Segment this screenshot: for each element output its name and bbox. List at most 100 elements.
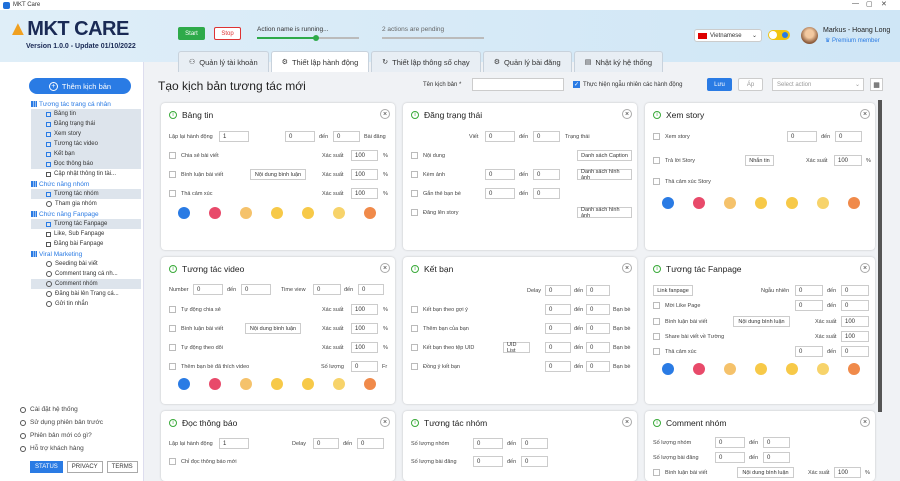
wow-reaction-icon[interactable]: [302, 207, 314, 219]
terms-tab[interactable]: TERMS: [106, 461, 138, 473]
prob-input[interactable]: 100: [834, 467, 861, 478]
tab-run-params[interactable]: ↻ Thiết lập thông số chạy: [371, 51, 481, 72]
from-input[interactable]: 0: [193, 284, 223, 295]
haha-reaction-icon[interactable]: [271, 207, 283, 219]
sidebar-item-ketban[interactable]: Kết bạn: [31, 149, 141, 159]
comment-checkbox[interactable]: [169, 325, 176, 332]
prob-input[interactable]: 100: [834, 155, 862, 166]
love-reaction-icon[interactable]: [209, 378, 221, 390]
language-select[interactable]: Vietnamese ⌄: [694, 29, 762, 42]
story-checkbox[interactable]: [411, 209, 418, 216]
minimize-icon[interactable]: —: [852, 0, 859, 7]
tab-log[interactable]: ▤ Nhật ký hệ thống: [573, 51, 664, 72]
sidebar-item-likesub[interactable]: Like, Sub Fanpage: [31, 229, 141, 239]
close-card-icon[interactable]: ×: [622, 109, 632, 119]
repeat-input[interactable]: 1: [219, 131, 249, 142]
to-input[interactable]: 0: [841, 300, 869, 311]
close-card-icon[interactable]: ×: [380, 263, 390, 273]
to-input[interactable]: 0: [763, 452, 790, 463]
sidebar-item-commenttrang[interactable]: Comment trang cá nh...: [31, 269, 141, 279]
apply-button[interactable]: Áp: [738, 78, 763, 91]
suggest-checkbox[interactable]: [411, 306, 418, 313]
sidebar-item-tuongtacvideo[interactable]: Tương tác video: [31, 139, 141, 149]
love-reaction-icon[interactable]: [693, 197, 705, 209]
from-input[interactable]: 0: [545, 285, 571, 296]
close-card-icon[interactable]: ×: [860, 417, 870, 427]
to-input[interactable]: 0: [358, 284, 384, 295]
angry-reaction-icon[interactable]: [364, 207, 376, 219]
tab-account[interactable]: ⚇ Quản lý tài khoản: [178, 51, 269, 72]
tab-actions[interactable]: ⚙ Thiết lập hành động: [270, 51, 370, 72]
react-checkbox[interactable]: [169, 190, 176, 197]
share-wall-checkbox[interactable]: [653, 333, 660, 340]
like-reaction-icon[interactable]: [178, 378, 190, 390]
image-list-button[interactable]: Danh sách hình ảnh: [577, 207, 632, 219]
section-personal[interactable]: Tương tác trang cá nhân: [31, 99, 141, 109]
prob-input[interactable]: 100: [841, 331, 869, 342]
sad-reaction-icon[interactable]: [333, 207, 345, 219]
to-input[interactable]: 0: [533, 131, 560, 142]
section-fanpage[interactable]: Chức năng Fanpage: [31, 209, 141, 219]
reply-story-checkbox[interactable]: [653, 157, 660, 164]
comment-checkbox[interactable]: [169, 171, 176, 178]
status-tab[interactable]: STATUS: [30, 461, 63, 473]
section-viral[interactable]: Viral Marketing: [31, 249, 141, 259]
sidebar-item-dangtrangthai[interactable]: Đăng trạng thái: [31, 119, 141, 129]
to-input[interactable]: 0: [333, 131, 360, 142]
from-input[interactable]: 0: [545, 342, 571, 353]
close-window-icon[interactable]: ✕: [881, 0, 887, 8]
grid-view-icon[interactable]: ▦: [870, 78, 883, 91]
sidebar-item-docthongbao[interactable]: Đọc thông báo: [31, 159, 141, 169]
theme-toggle[interactable]: [768, 30, 790, 40]
react-story-checkbox[interactable]: [653, 178, 660, 185]
avatar[interactable]: [801, 27, 818, 44]
sad-reaction-icon[interactable]: [817, 363, 829, 375]
love-reaction-icon[interactable]: [209, 207, 221, 219]
from-input[interactable]: 0: [473, 438, 503, 449]
prob-input[interactable]: 100: [841, 316, 869, 327]
select-action-dropdown[interactable]: Select action ⌄: [772, 78, 864, 91]
sidebar-item-commentnhom[interactable]: Comment nhóm: [31, 279, 141, 289]
close-card-icon[interactable]: ×: [860, 263, 870, 273]
sidebar-item-dangbaifanpage[interactable]: Đăng bài Fanpage: [31, 239, 141, 249]
react-checkbox[interactable]: [653, 348, 660, 355]
from-input[interactable]: 0: [795, 346, 823, 357]
care-reaction-icon[interactable]: [240, 378, 252, 390]
uid-list-button[interactable]: UID List: [503, 342, 530, 354]
add-friend-liked-checkbox[interactable]: [169, 363, 176, 370]
previous-version-link[interactable]: Sử dụng phiên bản trước: [20, 416, 103, 429]
close-card-icon[interactable]: ×: [380, 109, 390, 119]
like-reaction-icon[interactable]: [662, 197, 674, 209]
auto-share-checkbox[interactable]: [169, 306, 176, 313]
scrollbar[interactable]: [878, 100, 882, 412]
sidebar-item-seeding[interactable]: Seeding bài viết: [31, 259, 141, 269]
angry-reaction-icon[interactable]: [364, 378, 376, 390]
from-input[interactable]: 0: [485, 188, 515, 199]
from-input[interactable]: 0: [715, 452, 745, 463]
sidebar-item-tuongtacnhom[interactable]: Tương tác nhóm: [31, 189, 141, 199]
close-card-icon[interactable]: ×: [622, 417, 632, 427]
quantity-input[interactable]: 0: [351, 361, 378, 372]
to-input[interactable]: 0: [533, 188, 560, 199]
close-card-icon[interactable]: ×: [380, 417, 390, 427]
care-reaction-icon[interactable]: [724, 363, 736, 375]
new-only-checkbox[interactable]: [169, 458, 176, 465]
from-input[interactable]: 0: [285, 131, 315, 142]
comment-content-button[interactable]: Nội dung bình luận: [245, 323, 301, 334]
to-input[interactable]: 0: [586, 361, 610, 372]
sidebar-item-xemstory[interactable]: Xem story: [31, 129, 141, 139]
love-reaction-icon[interactable]: [693, 363, 705, 375]
whats-new-link[interactable]: Phiên bản mới có gì?: [20, 429, 103, 442]
comment-content-button[interactable]: Nội dung bình luận: [737, 467, 794, 478]
friends-of-friends-checkbox[interactable]: [411, 325, 418, 332]
image-checkbox[interactable]: [411, 171, 418, 178]
sad-reaction-icon[interactable]: [333, 378, 345, 390]
like-reaction-icon[interactable]: [178, 207, 190, 219]
from-input[interactable]: 0: [545, 361, 571, 372]
close-card-icon[interactable]: ×: [860, 109, 870, 119]
from-input[interactable]: 0: [473, 456, 503, 467]
script-name-input[interactable]: [472, 78, 564, 91]
from-input[interactable]: 0: [485, 169, 515, 180]
add-script-button[interactable]: + Thêm kịch bản: [29, 78, 131, 94]
fanpage-link-button[interactable]: Link fanpage: [653, 285, 693, 296]
